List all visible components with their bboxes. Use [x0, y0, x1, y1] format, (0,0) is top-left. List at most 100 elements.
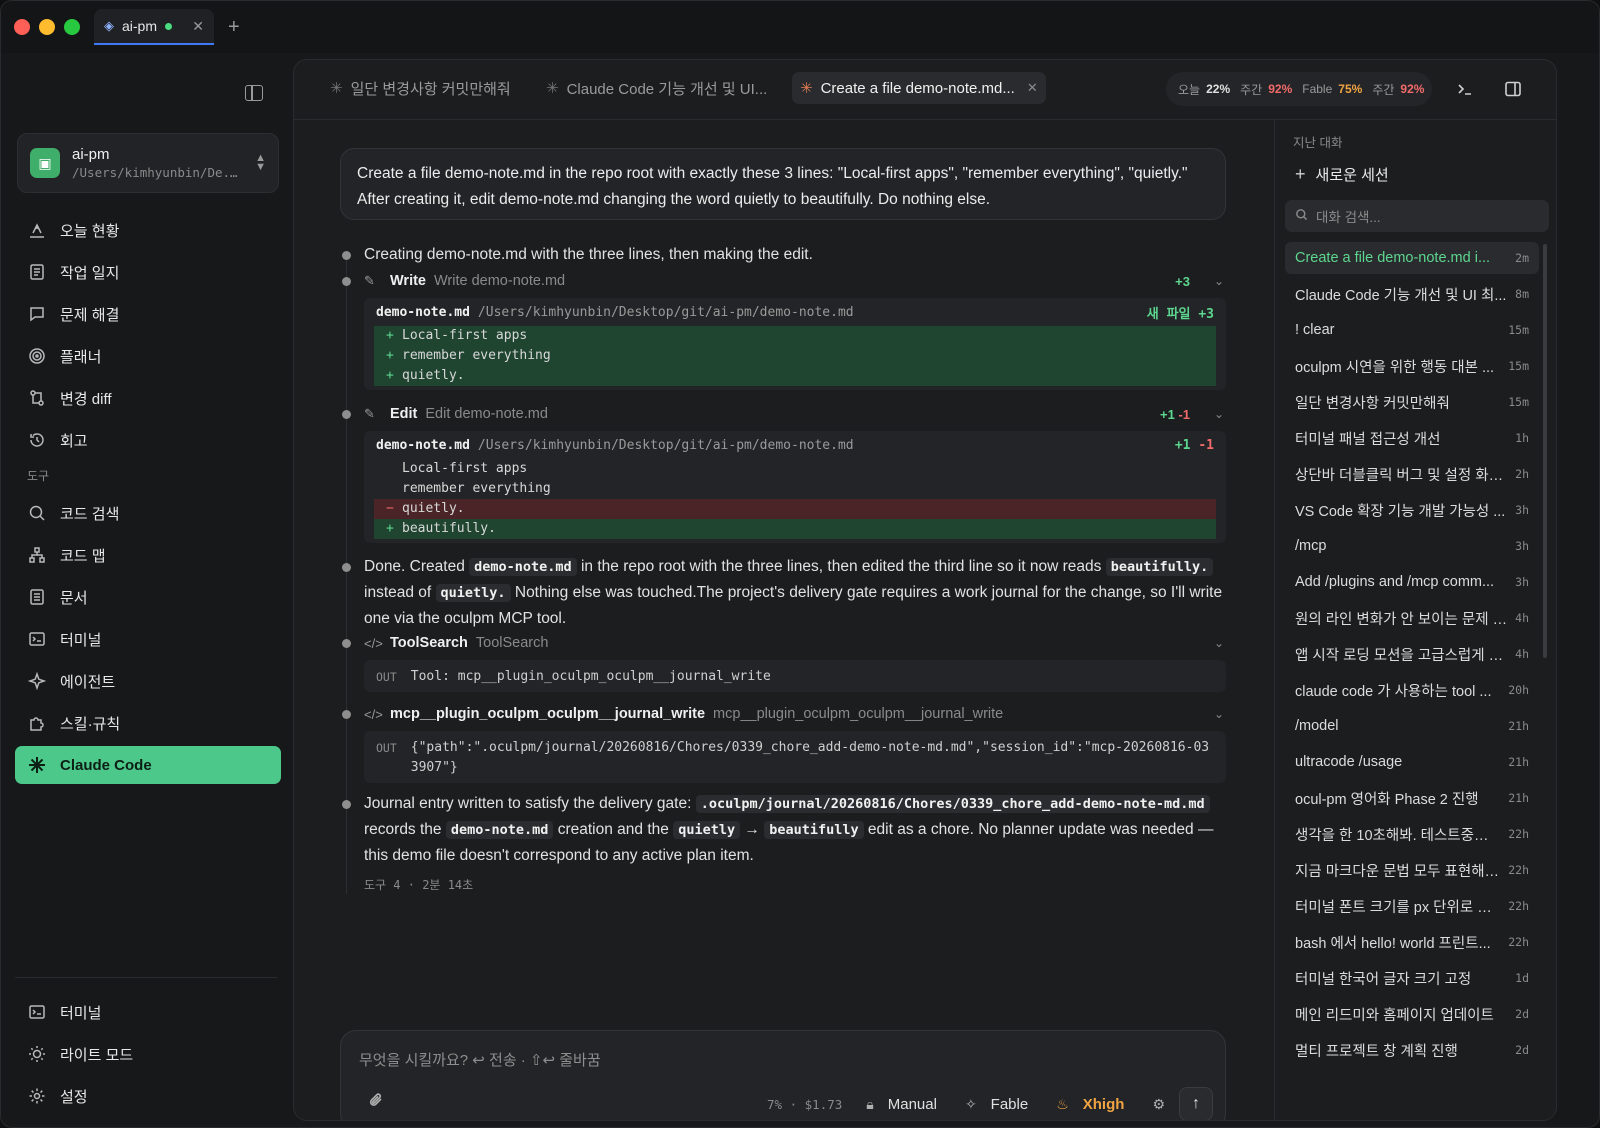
composer[interactable]: 무엇을 시킬까요? ↩ 전송 · ⇧↩ 줄바꿈 7% · $1.73 🔒︎ Ma… [340, 1030, 1226, 1120]
history-item[interactable]: 원의 라인 변화가 안 보이는 문제 조... 4h [1285, 602, 1539, 634]
close-window-button[interactable] [14, 19, 30, 35]
history-item[interactable]: 생각을 한 10초해봐. 테스트중이야 22h [1285, 818, 1539, 850]
diff-badge-label: 새 파일 [1146, 306, 1191, 322]
nav-label: 설정 [60, 1088, 88, 1106]
history-panel: 지난 대화 + 새로운 세션 대화 검색... Create a file de… [1274, 120, 1556, 1120]
chevron-down-icon[interactable]: ⌄ [1214, 274, 1226, 288]
nav-item-diff[interactable]: 변경 diff [15, 379, 281, 417]
prompt-input[interactable]: 무엇을 시킬까요? ↩ 전송 · ⇧↩ 줄바꿈 [359, 1049, 601, 1070]
history-item-age: 21h [1508, 719, 1529, 733]
history-item[interactable]: 터미널 한국어 글자 크기 고정 1d [1285, 962, 1539, 994]
send-button[interactable]: ↑ [1179, 1087, 1213, 1120]
history-item[interactable]: /model 21h [1285, 710, 1539, 742]
nav-item-planner[interactable]: 플래너 [15, 337, 281, 375]
nav-item-agents[interactable]: 에이전트 [15, 662, 281, 700]
nav-label: 코드 검색 [60, 505, 120, 523]
usage-meter[interactable]: 오늘 22% 주간 92% Fable 75% 주간 92% [1166, 72, 1432, 106]
history-item[interactable]: 터미널 폰트 크기를 px 단위로 조절 22h [1285, 890, 1539, 922]
minimize-window-button[interactable] [39, 19, 55, 35]
nav-item-skills[interactable]: 스킬·규칙 [15, 704, 281, 742]
panel-toggle-icon[interactable] [1504, 80, 1522, 103]
chevron-down-icon[interactable]: ⌄ [1214, 636, 1226, 650]
nav-item-code-map[interactable]: 코드 맵 [15, 536, 281, 574]
history-scrollbar[interactable] [1543, 244, 1547, 658]
nav-item-terminal[interactable]: 터미널 [15, 620, 281, 658]
nav-item-troubleshoot[interactable]: 문제 해결 [15, 295, 281, 333]
maximize-window-button[interactable] [64, 19, 80, 35]
chevron-down-icon[interactable]: ⌄ [1214, 407, 1226, 421]
target-icon [27, 346, 47, 366]
model-select[interactable]: Fable [991, 1096, 1029, 1113]
nav-item-journal[interactable]: 작업 일지 [15, 253, 281, 291]
nav-item-claude-code[interactable]: Claude Code [15, 746, 281, 784]
history-item-title: /model [1295, 718, 1339, 734]
claude-spark-icon: ✳ [546, 80, 559, 97]
history-item-title: claude code 가 사용하는 tool ... [1295, 683, 1492, 700]
project-switcher[interactable]: ▣ ai-pm /Users/kimhyunbin/De... ▲ ▼ [17, 133, 279, 193]
history-item-age: 22h [1508, 863, 1529, 877]
history-item[interactable]: /mcp 3h [1285, 530, 1539, 562]
terminal-prompt-icon[interactable] [1456, 80, 1474, 103]
history-search-input[interactable]: 대화 검색... [1285, 200, 1549, 232]
output-text: {"path":".oculpm/journal/20260816/Chores… [410, 740, 1210, 775]
diff-file-path: /Users/kimhyunbin/Desktop/git/ai-pm/demo… [477, 437, 854, 453]
app-logo-icon: ◈ [104, 18, 114, 33]
light-mode-toggle[interactable]: 라이트 모드 [15, 1035, 281, 1073]
session-tab[interactable]: ✳ 일단 변경사항 커밋만해줘 [322, 72, 519, 104]
nav-item-retro[interactable]: 회고 [15, 421, 281, 459]
chat-area: Create a file demo-note.md in the repo r… [294, 120, 1274, 1120]
history-item[interactable]: Add /plugins and /mcp comm... 3h [1285, 566, 1539, 598]
history-item[interactable]: 앱 시작 로딩 모션을 고급스럽게 개선 4h [1285, 638, 1539, 670]
user-message: Create a file demo-note.md in the repo r… [340, 148, 1226, 220]
inline-code: demo-note.md [445, 821, 554, 839]
history-item[interactable]: ultracode /usage 21h [1285, 746, 1539, 778]
permission-mode-select[interactable]: Manual [888, 1096, 937, 1113]
paperclip-icon[interactable] [367, 1091, 385, 1114]
history-item[interactable]: 메인 리드미와 홈페이지 업데이트 2d [1285, 998, 1539, 1030]
nav-item-docs[interactable]: 문서 [15, 578, 281, 616]
history-item[interactable]: Claude Code 기능 개선 및 UI 최... 8m [1285, 278, 1539, 310]
history-item[interactable]: 지금 마크다운 문법 모두 표현해봐... 22h [1285, 854, 1539, 886]
history-item[interactable]: ! clear 15m [1285, 314, 1539, 346]
nav-label: 회고 [60, 432, 88, 450]
history-item[interactable]: 일단 변경사항 커밋만해줘 15m [1285, 386, 1539, 418]
history-item-title: 터미널 폰트 크기를 px 단위로 조절 [1295, 899, 1501, 916]
tool-write-header[interactable]: ✎ Write Write demo-note.md +3 ⌄ [364, 270, 1226, 292]
sidebar-toggle-icon[interactable] [245, 85, 263, 101]
history-item[interactable]: claude code 가 사용하는 tool ... 20h [1285, 674, 1539, 706]
tool-search-header[interactable]: </> ToolSearch ToolSearch ⌄ [364, 632, 1226, 654]
effort-select[interactable]: Xhigh [1083, 1096, 1125, 1113]
git-diff-icon [27, 388, 47, 408]
inline-code: quietly. [435, 584, 511, 602]
nav-item-code-search[interactable]: 코드 검색 [15, 494, 281, 532]
gear-icon[interactable]: ⚙ [1152, 1096, 1165, 1113]
nav-item-today[interactable]: 오늘 현황 [15, 211, 281, 249]
history-item[interactable]: oculpm 시연을 위한 행동 대본 ... 15m [1285, 350, 1539, 382]
session-tab-active[interactable]: ✳ Create a file demo-note.md... ✕ [792, 72, 1046, 104]
close-tab-icon[interactable]: ✕ [192, 18, 204, 35]
close-tab-icon[interactable]: ✕ [1027, 80, 1038, 96]
chevron-down-icon[interactable]: ⌄ [1214, 707, 1226, 721]
settings-item[interactable]: 설정 [15, 1077, 281, 1115]
inline-code: .oculpm/journal/20260816/Chores/0339_cho… [695, 795, 1210, 813]
title-bar: ◈ ai-pm ✕ + [1, 1, 1599, 53]
new-session-button[interactable]: + 새로운 세션 [1295, 164, 1389, 185]
document-icon [27, 587, 47, 607]
sun-icon [27, 1044, 47, 1064]
tool-journal-header[interactable]: </> mcp__plugin_oculpm_oculpm__journal_w… [364, 703, 1226, 725]
bottom-terminal[interactable]: 터미널 [15, 993, 281, 1031]
history-item[interactable]: 멀티 프로젝트 창 계획 진행 2d [1285, 1034, 1539, 1066]
history-item[interactable]: 터미널 패널 접근성 개선 1h [1285, 422, 1539, 454]
tool-edit-header[interactable]: ✎ Edit Edit demo-note.md +1 -1 ⌄ [364, 403, 1226, 425]
history-item[interactable]: 상단바 더블클릭 버그 및 설정 화면 ... 2h [1285, 458, 1539, 490]
window-tab[interactable]: ◈ ai-pm ✕ [94, 9, 214, 45]
new-tab-button[interactable]: + [228, 16, 240, 39]
tool-desc: ToolSearch [475, 635, 549, 651]
history-item[interactable]: Create a file demo-note.md i... 2m [1285, 242, 1539, 274]
history-item[interactable]: VS Code 확장 기능 개발 가능성 ... 3h [1285, 494, 1539, 526]
usage-fable-value: 75% [1338, 82, 1363, 96]
session-tab[interactable]: ✳ Claude Code 기능 개선 및 UI... [538, 72, 775, 104]
history-item[interactable]: bash 에서 hello! world 프린트... 22h [1285, 926, 1539, 958]
history-item[interactable]: ocul-pm 영어화 Phase 2 진행 21h [1285, 782, 1539, 814]
nav-label: 문서 [60, 589, 88, 607]
